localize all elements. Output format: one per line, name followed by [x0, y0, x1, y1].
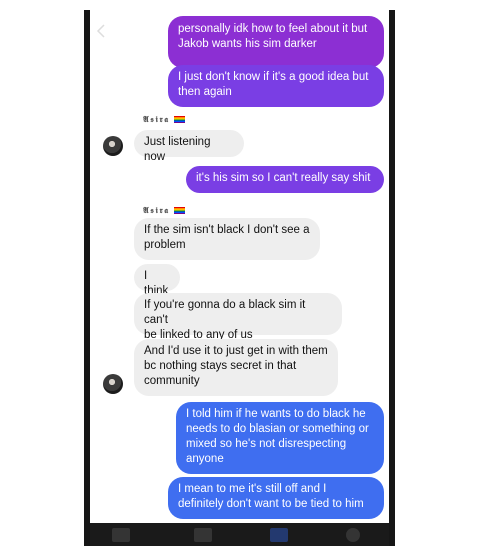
- message-bubble-outgoing[interactable]: personally idk how to feel about it but …: [168, 16, 384, 68]
- rainbow-flag-icon: [173, 116, 185, 123]
- image-frame: personally idk how to feel about it but …: [0, 0, 481, 554]
- camera-icon[interactable]: [112, 528, 130, 542]
- message-bubble-outgoing[interactable]: I just don't know if it's a good idea bu…: [168, 65, 384, 107]
- message-bubble-outgoing[interactable]: I mean to me it's still off and I defini…: [168, 477, 384, 519]
- message-bubble-incoming[interactable]: If the sim isn't black I don't see a pro…: [134, 218, 320, 260]
- rainbow-flag-icon: [173, 207, 185, 214]
- message-bubble-incoming[interactable]: I think: [134, 264, 180, 297]
- message-bubble-incoming[interactable]: And I'd use it to just get in with them …: [134, 339, 338, 396]
- message-bubble-incoming[interactable]: If you're gonna do a black sim it can't …: [134, 293, 342, 341]
- chat-thread[interactable]: personally idk how to feel about it but …: [90, 10, 389, 523]
- phone-screen: personally idk how to feel about it but …: [84, 10, 395, 546]
- microphone-icon[interactable]: [270, 528, 288, 542]
- gallery-icon[interactable]: [194, 528, 212, 542]
- sender-name: 𝕬𝖘𝖎𝖗𝖆: [143, 205, 185, 216]
- sender-name-text: 𝕬𝖘𝖎𝖗𝖆: [143, 205, 170, 215]
- chevron-left-icon[interactable]: [96, 24, 106, 38]
- bottom-toolbar: [90, 523, 389, 546]
- sender-name: 𝕬𝖘𝖎𝖗𝖆: [143, 114, 185, 125]
- user-avatar-icon[interactable]: [103, 374, 123, 394]
- user-avatar-icon[interactable]: [103, 136, 123, 156]
- sender-name-text: 𝕬𝖘𝖎𝖗𝖆: [143, 114, 170, 124]
- message-bubble-incoming[interactable]: Just listening now: [134, 130, 244, 163]
- emoji-icon[interactable]: [346, 528, 360, 542]
- message-bubble-outgoing[interactable]: I told him if he wants to do black he ne…: [176, 402, 384, 474]
- message-bubble-outgoing[interactable]: it's his sim so I can't really say shit: [186, 166, 384, 193]
